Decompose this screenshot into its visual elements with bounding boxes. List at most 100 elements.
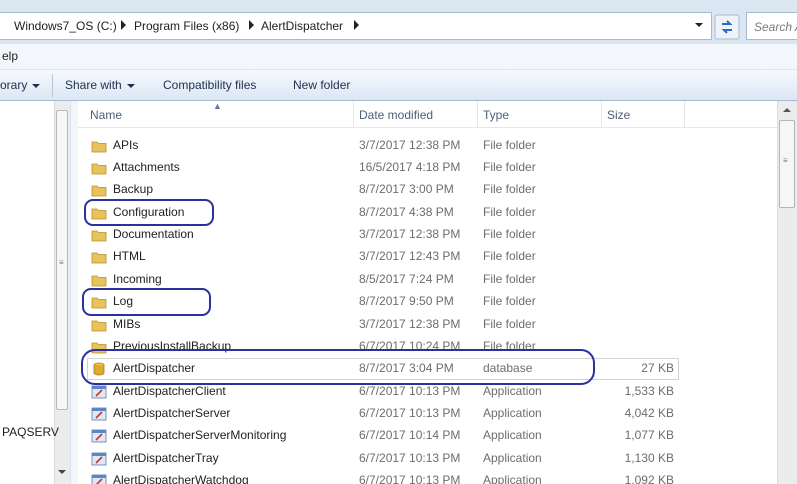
- chevron-down-icon: [126, 83, 135, 88]
- file-size: 1,077 KB: [624, 428, 674, 442]
- file-row-backup[interactable]: Backup 8/7/2017 3:00 PM File folder: [78, 179, 777, 201]
- file-type: File folder: [483, 182, 536, 196]
- column-divider[interactable]: [353, 101, 354, 128]
- file-row-html[interactable]: HTML 3/7/2017 12:43 PM File folder: [78, 246, 777, 268]
- column-divider[interactable]: [601, 101, 602, 128]
- file-date: 6/7/2017 10:14 PM: [359, 428, 461, 442]
- chevron-down-icon: [32, 83, 41, 88]
- file-name: Documentation: [113, 227, 194, 241]
- file-type: Application: [483, 428, 542, 442]
- file-type: File folder: [483, 227, 536, 241]
- folder-icon: [91, 252, 107, 264]
- file-type: File folder: [483, 272, 536, 286]
- file-name: AlertDispatcherServer: [113, 406, 231, 420]
- folder-icon: [91, 275, 107, 287]
- file-row-mibs[interactable]: MIBs 3/7/2017 12:38 PM File folder: [78, 314, 777, 336]
- file-date: 3/7/2017 12:43 PM: [359, 249, 461, 263]
- scroll-grip-icon: ≡: [59, 258, 64, 267]
- scroll-grip-icon: ≡: [783, 156, 788, 165]
- file-name: AlertDispatcherServerMonitoring: [113, 428, 287, 442]
- address-history-dropdown-icon[interactable]: [695, 23, 703, 27]
- file-row-alertdispatcherwatchdog[interactable]: AlertDispatcherWatchdog 6/7/2017 10:13 P…: [78, 470, 777, 484]
- breadcrumb-drive[interactable]: Windows7_OS (C:): [14, 19, 117, 33]
- annotation-circle-configuration: [84, 199, 214, 226]
- file-type: File folder: [483, 160, 536, 174]
- include-in-library-button[interactable]: orary: [0, 78, 41, 92]
- refresh-icon[interactable]: [714, 14, 740, 40]
- annotation-circle-alertdispatcher: [81, 349, 595, 385]
- column-date-header[interactable]: Date modified: [359, 108, 433, 122]
- file-name: Backup: [113, 182, 154, 196]
- column-header: ▲ Name Date modified Type Size: [78, 101, 777, 128]
- file-row-alertdispatchertray[interactable]: AlertDispatcherTray 6/7/2017 10:13 PM Ap…: [78, 448, 777, 470]
- annotation-circle-log: [82, 288, 211, 316]
- file-type: File folder: [483, 205, 536, 219]
- file-row-attachments[interactable]: Attachments 16/5/2017 4:18 PM File folde…: [78, 157, 777, 179]
- file-size: 1,533 KB: [624, 384, 674, 398]
- scroll-down-icon[interactable]: [58, 470, 66, 474]
- folder-icon: [91, 163, 107, 175]
- address-bar-row: Windows7_OS (C:) Program Files (x86) Ale…: [0, 0, 797, 44]
- file-date: 8/7/2017 3:00 PM: [359, 182, 454, 196]
- breadcrumb-alertdispatcher[interactable]: AlertDispatcher: [261, 19, 343, 33]
- file-name: AlertDispatcherWatchdog: [113, 473, 249, 484]
- menu-bar: elp: [0, 44, 797, 70]
- file-row-apis[interactable]: APIs 3/7/2017 12:38 PM File folder: [78, 135, 777, 157]
- application-icon: [91, 385, 107, 399]
- file-date: 3/7/2017 12:38 PM: [359, 227, 461, 241]
- column-divider[interactable]: [684, 101, 685, 128]
- menu-help[interactable]: elp: [2, 49, 18, 63]
- breadcrumb-program-files[interactable]: Program Files (x86): [134, 19, 239, 33]
- column-size-header[interactable]: Size: [607, 108, 630, 122]
- file-name: Attachments: [113, 160, 180, 174]
- command-toolbar: orary Share with Compatibility files New…: [0, 70, 797, 101]
- address-bar[interactable]: Windows7_OS (C:) Program Files (x86) Ale…: [0, 12, 712, 40]
- breadcrumb-separator-icon[interactable]: [121, 20, 126, 30]
- search-input[interactable]: Search A: [746, 12, 797, 40]
- file-date: 3/7/2017 12:38 PM: [359, 138, 461, 152]
- pane-splitter[interactable]: [70, 101, 78, 484]
- file-date: 8/7/2017 9:50 PM: [359, 294, 454, 308]
- column-type-header[interactable]: Type: [483, 108, 509, 122]
- file-type: File folder: [483, 249, 536, 263]
- file-type: File folder: [483, 317, 536, 331]
- file-type: Application: [483, 384, 542, 398]
- share-with-button[interactable]: Share with: [65, 78, 135, 92]
- file-type: Application: [483, 473, 542, 484]
- file-date: 6/7/2017 10:13 PM: [359, 384, 461, 398]
- file-row-documentation[interactable]: Documentation 3/7/2017 12:38 PM File fol…: [78, 224, 777, 246]
- file-type: Application: [483, 406, 542, 420]
- search-placeholder: Search A: [754, 20, 797, 34]
- file-date: 3/7/2017 12:38 PM: [359, 317, 461, 331]
- file-name: HTML: [113, 249, 146, 263]
- file-type: File folder: [483, 138, 536, 152]
- breadcrumb-separator-icon[interactable]: [354, 20, 359, 30]
- file-name: APIs: [113, 138, 139, 152]
- file-type: File folder: [483, 294, 536, 308]
- column-divider[interactable]: [477, 101, 478, 128]
- folder-icon: [91, 141, 107, 153]
- folder-icon: [91, 230, 107, 242]
- file-name: MIBs: [113, 317, 141, 331]
- application-icon: [91, 407, 107, 421]
- folder-icon: [91, 185, 107, 197]
- toolbar-divider: [52, 74, 53, 97]
- file-size: 1,130 KB: [624, 451, 674, 465]
- file-name: Incoming: [113, 272, 162, 286]
- include-in-library-label: orary: [0, 78, 28, 92]
- column-name-header[interactable]: Name: [90, 108, 122, 122]
- compatibility-files-button[interactable]: Compatibility files: [163, 78, 256, 92]
- breadcrumb-separator-icon[interactable]: [249, 20, 254, 30]
- sort-ascending-icon: ▲: [213, 101, 222, 111]
- file-date: 8/5/2017 7:24 PM: [359, 272, 454, 286]
- new-folder-button[interactable]: New folder: [293, 78, 350, 92]
- file-size: 27 KB: [641, 361, 674, 375]
- application-icon: [91, 452, 107, 466]
- file-size: 1,092 KB: [624, 473, 674, 484]
- scroll-up-icon[interactable]: [783, 108, 791, 112]
- application-icon: [91, 474, 107, 484]
- share-with-label: Share with: [65, 78, 122, 92]
- file-row-alertdispatcherservermonitoring[interactable]: AlertDispatcherServerMonitoring 6/7/2017…: [78, 425, 777, 447]
- nav-item-computer[interactable]: PAQSERV: [2, 425, 59, 439]
- file-row-alertdispatcherserver[interactable]: AlertDispatcherServer 6/7/2017 10:13 PM …: [78, 403, 777, 425]
